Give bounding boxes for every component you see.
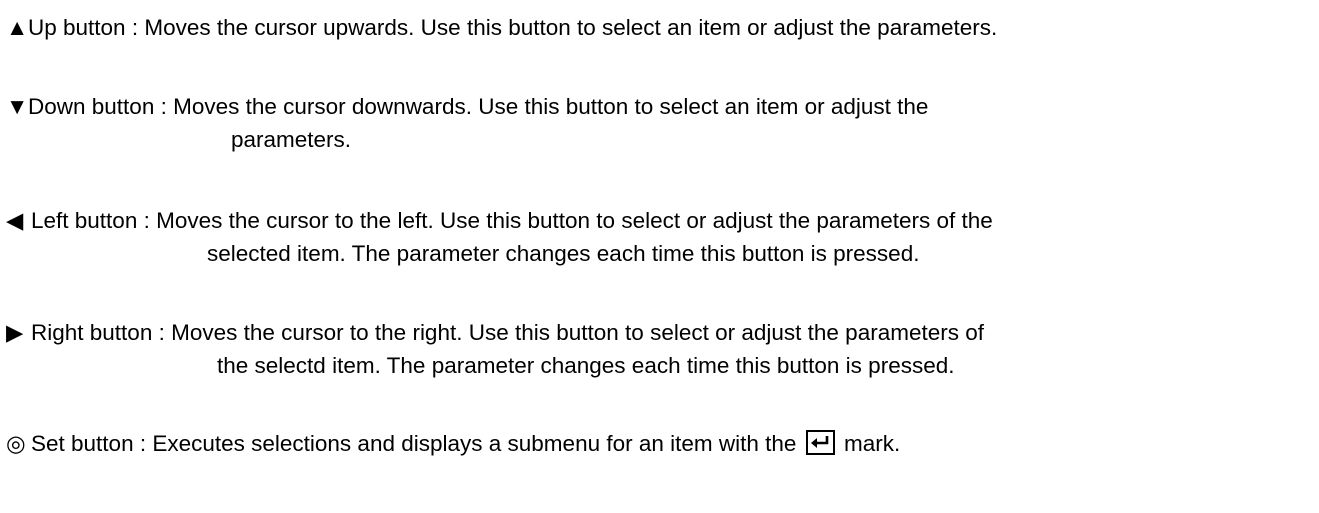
set-bullseye-icon: ◎ <box>6 431 26 456</box>
down-button-entry: ▼Down button : Moves the cursor downward… <box>6 90 1316 156</box>
right-button-text: Right button : Moves the cursor to the r… <box>31 320 984 345</box>
down-triangle-icon: ▼ <box>6 94 29 119</box>
left-button-entry: ◀ Left button : Moves the cursor to the l… <box>6 204 1316 270</box>
set-button-text: Set button : Executes selections and dis… <box>31 431 797 456</box>
down-button-text-continued: parameters. <box>231 127 352 152</box>
left-button-text-continued: selected item. The parameter changes eac… <box>207 241 920 266</box>
enter-return-icon <box>805 430 835 455</box>
up-button-entry: ▲Up button : Moves the cursor upwards. U… <box>6 11 1316 44</box>
left-button-text: Left button : Moves the cursor to the le… <box>31 208 993 233</box>
right-button-text-continued: the selectd item. The parameter changes … <box>217 353 955 378</box>
set-button-text-end: mark. <box>843 431 901 456</box>
right-button-entry: ▶ Right button : Moves the cursor to the … <box>6 316 1316 382</box>
left-triangle-icon: ◀ <box>6 208 24 233</box>
set-button-entry: ◎ Set button : Executes selections and di… <box>6 427 1316 460</box>
up-button-text: Up button : Moves the cursor upwards. Us… <box>28 15 998 40</box>
right-triangle-icon: ▶ <box>6 320 24 345</box>
up-triangle-icon: ▲ <box>6 15 29 40</box>
down-button-text: Down button : Moves the cursor downwards… <box>28 94 929 119</box>
